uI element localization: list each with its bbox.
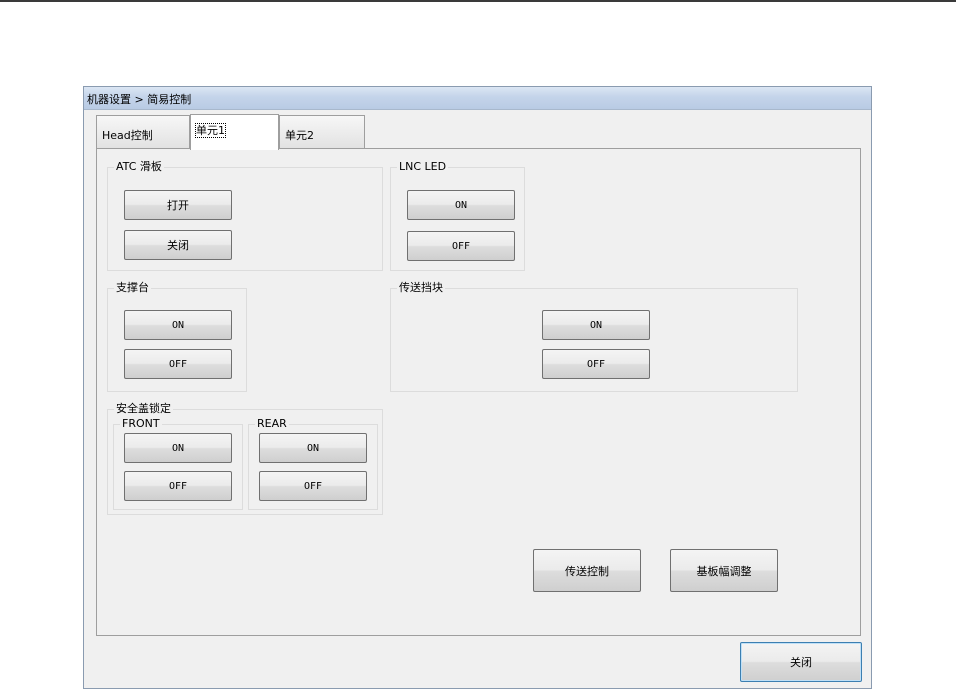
support-off-button[interactable]: OFF <box>124 349 232 379</box>
dialog-window: 机器设置 > 简易控制 Head控制 单元1 单元2 ATC 滑板 打开 关闭 … <box>83 86 872 689</box>
conveyor-stop-off-button[interactable]: OFF <box>542 349 650 379</box>
title-bar: 机器设置 > 简易控制 <box>84 87 871 110</box>
group-label: 安全盖锁定 <box>114 402 173 415</box>
tab-unit1[interactable]: 单元1 <box>190 114 279 150</box>
tab-head-control[interactable]: Head控制 <box>96 115 190 148</box>
close-button[interactable]: 关闭 <box>740 642 862 682</box>
tab-unit2[interactable]: 单元2 <box>279 115 365 148</box>
rear-off-button[interactable]: OFF <box>259 471 367 501</box>
group-rear: REAR ON OFF <box>248 418 378 510</box>
group-label: 传送挡块 <box>397 281 445 294</box>
rear-on-button[interactable]: ON <box>259 433 367 463</box>
group-safety-cover-lock: 安全盖锁定 FRONT ON OFF REAR ON OFF <box>107 403 383 515</box>
tab-label: Head控制 <box>102 129 153 142</box>
group-front: FRONT ON OFF <box>113 418 243 510</box>
group-label: 支撑台 <box>114 281 151 294</box>
tab-label: 单元1 <box>195 123 226 138</box>
atc-open-button[interactable]: 打开 <box>124 190 232 220</box>
front-off-button[interactable]: OFF <box>124 471 232 501</box>
conveyor-stop-on-button[interactable]: ON <box>542 310 650 340</box>
conveyor-control-button[interactable]: 传送控制 <box>533 549 641 592</box>
group-label: LNC LED <box>397 160 449 173</box>
breadcrumb: 机器设置 > 简易控制 <box>87 93 192 106</box>
tab-label: 单元2 <box>285 129 314 142</box>
front-on-button[interactable]: ON <box>124 433 232 463</box>
group-conveyor-stopper: 传送挡块 ON OFF <box>390 282 798 392</box>
board-width-adjust-button[interactable]: 基板幅调整 <box>670 549 778 592</box>
group-label: FRONT <box>120 417 162 430</box>
lnc-led-on-button[interactable]: ON <box>407 190 515 220</box>
support-on-button[interactable]: ON <box>124 310 232 340</box>
tab-panel-unit1: ATC 滑板 打开 关闭 LNC LED ON OFF 支撑台 ON OFF 传… <box>96 148 861 636</box>
group-lnc-led: LNC LED ON OFF <box>390 161 525 271</box>
group-label: ATC 滑板 <box>114 160 164 173</box>
atc-close-button[interactable]: 关闭 <box>124 230 232 260</box>
group-label: REAR <box>255 417 289 430</box>
group-atc-slide: ATC 滑板 打开 关闭 <box>107 161 383 271</box>
group-support-table: 支撑台 ON OFF <box>107 282 247 392</box>
top-divider <box>0 0 956 2</box>
lnc-led-off-button[interactable]: OFF <box>407 231 515 261</box>
